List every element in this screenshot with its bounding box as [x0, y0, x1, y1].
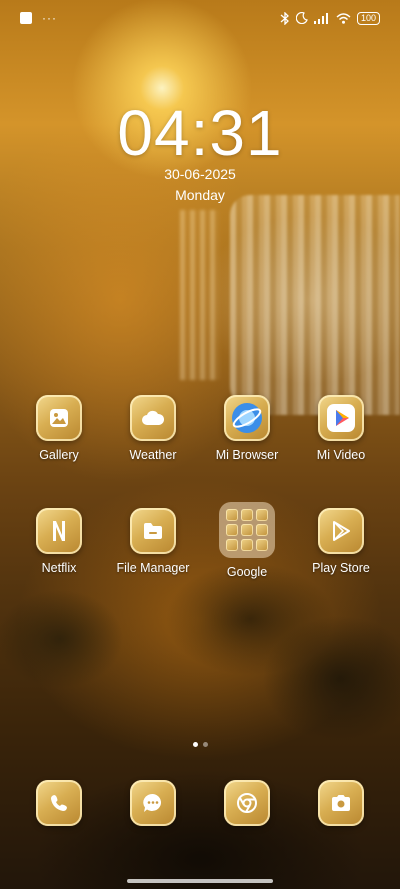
page-indicator[interactable]: [0, 742, 400, 747]
dock-phone[interactable]: [9, 780, 109, 826]
mini-app-icon: [226, 509, 238, 521]
mini-app-icon: [241, 524, 253, 536]
play-store-icon: [318, 508, 364, 554]
phone-icon: [36, 780, 82, 826]
mini-app-icon: [256, 524, 268, 536]
wallpaper-waterfall: [230, 195, 400, 415]
app-mi-video[interactable]: Mi Video: [291, 395, 391, 462]
netflix-icon: [36, 508, 82, 554]
wallpaper-waterfall-small: [180, 210, 220, 380]
notification-square-icon: [20, 12, 32, 24]
signal-icon: [313, 12, 328, 24]
mini-app-icon: [226, 539, 238, 551]
dock-messages[interactable]: [103, 780, 203, 826]
wifi-icon: [336, 12, 351, 24]
mini-app-icon: [256, 509, 268, 521]
play-icon: [318, 395, 364, 441]
mini-app-icon: [241, 509, 253, 521]
dock-chrome[interactable]: [197, 780, 297, 826]
battery-icon: 100: [356, 11, 380, 25]
app-label: File Manager: [116, 561, 190, 575]
folder-icon: [130, 508, 176, 554]
app-label: Play Store: [312, 561, 370, 575]
mini-app-icon: [241, 539, 253, 551]
wallpaper-jungle: [0, 559, 400, 889]
app-weather[interactable]: Weather: [103, 395, 203, 462]
app-label: Mi Browser: [215, 448, 279, 462]
page-dot-active: [192, 742, 198, 747]
app-label: Google: [226, 565, 268, 579]
chrome-icon: [224, 780, 270, 826]
bluetooth-icon: [280, 11, 289, 25]
mini-app-icon: [226, 524, 238, 536]
weekday-text: Monday: [175, 187, 225, 203]
status-bar: ··· 100: [0, 0, 400, 36]
mini-app-icon: [256, 539, 268, 551]
browser-icon: [224, 395, 270, 441]
clock-time[interactable]: 04:31: [0, 96, 400, 170]
folder-group-icon: [219, 502, 275, 558]
app-netflix[interactable]: Netflix: [9, 508, 109, 575]
gallery-icon: [36, 395, 82, 441]
cloud-icon: [130, 395, 176, 441]
app-folder-google[interactable]: Google: [197, 502, 297, 579]
app-label: Gallery: [39, 448, 79, 462]
app-mi-browser[interactable]: Mi Browser: [197, 395, 297, 462]
dock-camera[interactable]: [291, 780, 391, 826]
moon-icon: [295, 12, 308, 24]
date-text: 30-06-2025: [164, 166, 236, 182]
notification-dots: ···: [42, 11, 57, 25]
message-icon: [130, 780, 176, 826]
app-label: Mi Video: [316, 448, 366, 462]
app-label: Weather: [129, 448, 177, 462]
camera-icon: [318, 780, 364, 826]
app-gallery[interactable]: Gallery: [9, 395, 109, 462]
app-file-manager[interactable]: File Manager: [103, 508, 203, 575]
home-gesture-bar[interactable]: [127, 879, 273, 883]
page-dot: [202, 742, 208, 747]
app-label: Netflix: [41, 561, 77, 575]
app-play-store[interactable]: Play Store: [291, 508, 391, 575]
